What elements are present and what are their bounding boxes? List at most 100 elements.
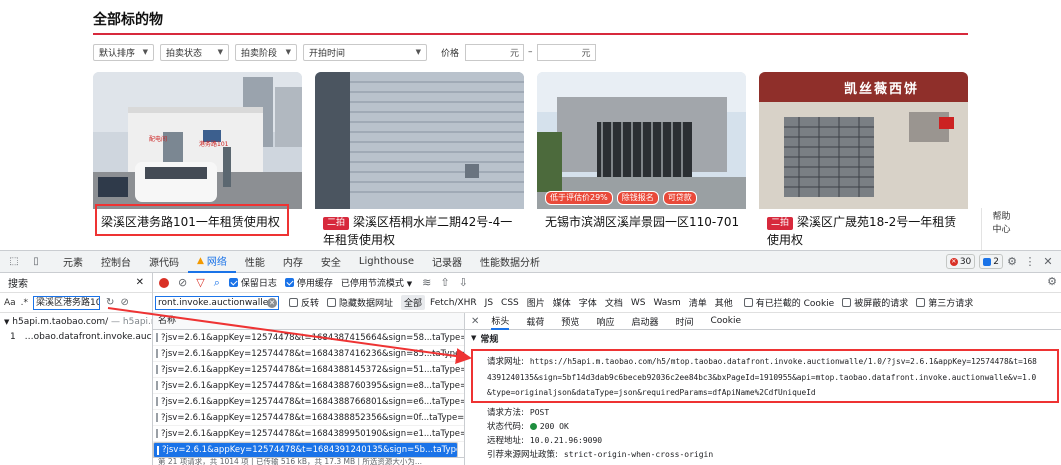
request-row[interactable]: ?jsv=2.6.1&appKey=12574478&t=16843888523… (153, 410, 464, 426)
type-filter-fetch-xhr[interactable]: Fetch/XHR (427, 297, 480, 309)
request-row-selected[interactable]: ?jsv=2.6.1&appKey=12574478&t=16843912401… (153, 442, 458, 458)
tab-sources[interactable]: 源代码 (140, 251, 188, 273)
request-row[interactable]: ?jsv=2.6.1&appKey=12574478&t=16843874162… (153, 346, 464, 362)
auction-card[interactable]: 低于评估价29% 除钱报名 可贷款 无锡市滨湖区溪岸景园一区110-701 (537, 72, 746, 250)
help-center-button[interactable]: 帮助 中心 (981, 208, 1021, 250)
clear-log-icon[interactable]: ⊘ (178, 276, 187, 289)
import-har-icon[interactable]: ⇧ (440, 276, 449, 289)
type-filter-doc[interactable]: 文档 (602, 295, 626, 310)
clear-icon[interactable]: ⊘ (120, 297, 128, 308)
start-time-select[interactable]: 开拍时间 ▼ (303, 43, 427, 61)
blocked-requests-checkbox[interactable]: 被屏蔽的请求 (842, 296, 908, 309)
tab-recorder[interactable]: 记录器 (423, 251, 471, 273)
type-filter-ws[interactable]: WS (628, 297, 649, 309)
more-menu-icon[interactable]: ⋮ (1021, 255, 1039, 268)
badge: 低于评估价29% (545, 191, 613, 205)
search-result-group[interactable]: ▼ h5api.m.taobao.com/ — h5api.m.taob... (0, 313, 152, 331)
close-icon[interactable]: ✕ (1039, 255, 1057, 268)
card-title[interactable]: 二拍 梁溪区广晟苑18-2号一年租赁使用权 (767, 213, 963, 249)
auction-stage-select[interactable]: 拍卖阶段 ▼ (235, 43, 297, 61)
blocked-cookies-checkbox[interactable]: 有已拦截的 Cookie (743, 296, 834, 309)
chevron-down-icon: ▼ (142, 48, 148, 56)
hide-data-urls-checkbox[interactable]: 隐藏数据网址 (327, 296, 393, 309)
type-filter-js[interactable]: JS (482, 297, 496, 309)
tab-timing[interactable]: 时间 (675, 313, 693, 330)
auction-status-select[interactable]: 拍卖状态 ▼ (160, 43, 229, 61)
general-section-header[interactable]: ▼ 常规 (465, 330, 1061, 346)
third-party-checkbox[interactable]: 第三方请求 (916, 296, 973, 309)
request-row[interactable]: ?jsv=2.6.1&appKey=12574478&t=16843887668… (153, 394, 464, 410)
sort-select[interactable]: 默认排序 ▼ (93, 43, 154, 61)
refresh-icon[interactable]: ↻ (106, 297, 114, 308)
referrer-policy-row: 引荐来源网址政策: strict-origin-when-cross-origin (487, 450, 714, 460)
gear-icon[interactable]: ⚙ (1003, 255, 1021, 268)
price-max-input[interactable]: 元 (536, 43, 596, 61)
request-row[interactable]: ?jsv=2.6.1&appKey=12574478&t=16843899501… (153, 426, 464, 442)
type-filter-media[interactable]: 媒体 (550, 295, 574, 310)
tab-elements[interactable]: 元素 (54, 251, 92, 273)
invert-checkbox[interactable]: 反转 (289, 296, 319, 309)
document-icon (156, 349, 158, 358)
type-filter-font[interactable]: 字体 (576, 295, 600, 310)
document-icon (156, 381, 158, 390)
price-min-input[interactable]: 元 (465, 43, 525, 61)
close-icon[interactable]: ✕ (136, 277, 144, 288)
devtools-right-controls: ✕ 30 2 ⚙ ⋮ ✕ (942, 254, 1057, 269)
type-filter-other[interactable]: 其他 (712, 295, 736, 310)
gear-icon[interactable]: ⚙ (1047, 275, 1057, 288)
type-filter-manifest[interactable]: 清单 (686, 295, 710, 310)
property-photo: 凯丝薇西饼 (759, 72, 968, 209)
card-title[interactable]: 二拍 梁溪区梧桐水岸二期42号-4一年租赁使用权 (323, 213, 519, 249)
filter-input[interactable]: ront.invoke.auctionwalle/1.0/✕ (155, 295, 279, 310)
tab-memory[interactable]: 内存 (274, 251, 312, 273)
type-filter-css[interactable]: CSS (498, 297, 522, 309)
tab-network[interactable]: ▲ 网络 (188, 251, 236, 273)
search-panel-title: 搜索 (8, 279, 28, 290)
request-row[interactable]: ?jsv=2.6.1&appKey=12574478&t=16843887603… (153, 378, 464, 394)
type-filter-all[interactable]: 全部 (401, 295, 426, 310)
chevron-down-icon: ▼ (285, 48, 291, 56)
info-count-badge[interactable]: 2 (979, 254, 1003, 269)
search-result-line[interactable]: 1 …obao.datafront.invoke.aucti… (0, 331, 152, 346)
card-title[interactable]: 无锡市滨湖区溪岸景园一区110-701 (545, 213, 741, 231)
tab-performance[interactable]: 性能 (236, 251, 274, 273)
close-icon[interactable]: ✕ (471, 316, 479, 327)
chevron-down-icon: ▼ (217, 48, 223, 56)
status-ok-icon (529, 423, 537, 430)
wifi-icon[interactable]: ≋ (422, 276, 431, 289)
document-icon (156, 397, 158, 406)
disable-cache-checkbox[interactable]: 停用缓存 (284, 276, 333, 289)
device-toolbar-icon[interactable]: ▯ (28, 254, 44, 270)
tab-headers[interactable]: 标头 (491, 313, 510, 330)
filter-icon[interactable]: ▽ (196, 276, 204, 289)
tab-console[interactable]: 控制台 (92, 251, 140, 273)
clear-icon[interactable]: ✕ (267, 297, 277, 308)
type-filter-wasm[interactable]: Wasm (650, 297, 683, 309)
search-input[interactable]: 梁溪区港务路10 (33, 295, 101, 310)
tab-lighthouse[interactable]: Lighthouse (350, 251, 423, 273)
record-button[interactable] (159, 277, 169, 288)
auction-card[interactable]: 二拍 梁溪区梧桐水岸二期42号-4一年租赁使用权 (315, 72, 524, 250)
auction-card[interactable]: 凯丝薇西饼 二拍 梁溪区广晟苑18-2号一年租赁使用权 (759, 72, 968, 250)
tab-response[interactable]: 响应 (596, 313, 614, 330)
error-count-badge[interactable]: ✕ 30 (945, 254, 976, 269)
inspect-element-icon[interactable]: ⬚ (6, 254, 22, 270)
name-column-header[interactable]: 名称 (153, 313, 464, 330)
tab-cookies[interactable]: Cookie (710, 313, 741, 330)
tab-preview[interactable]: 预览 (561, 313, 579, 330)
match-case-toggle[interactable]: Aa (4, 298, 16, 308)
title-divider (93, 33, 968, 35)
throttle-select[interactable]: 已停用节流模式 ▼ (341, 276, 412, 289)
request-row[interactable]: ?jsv=2.6.1&appKey=12574478&t=16843874156… (153, 330, 464, 346)
export-har-icon[interactable]: ⇩ (459, 276, 468, 289)
type-filter-img[interactable]: 图片 (524, 295, 548, 310)
regex-toggle[interactable]: .* (21, 298, 28, 308)
tab-performance-insights[interactable]: 性能数据分析 (471, 251, 549, 273)
document-icon (157, 445, 159, 455)
search-icon[interactable]: ⌕ (214, 276, 220, 290)
tab-initiator[interactable]: 启动器 (631, 313, 658, 330)
tab-security[interactable]: 安全 (312, 251, 350, 273)
preserve-log-checkbox[interactable]: 保留日志 (228, 276, 277, 289)
tab-payload[interactable]: 载荷 (526, 313, 544, 330)
request-row[interactable]: ?jsv=2.6.1&appKey=12574478&t=16843881453… (153, 362, 464, 378)
